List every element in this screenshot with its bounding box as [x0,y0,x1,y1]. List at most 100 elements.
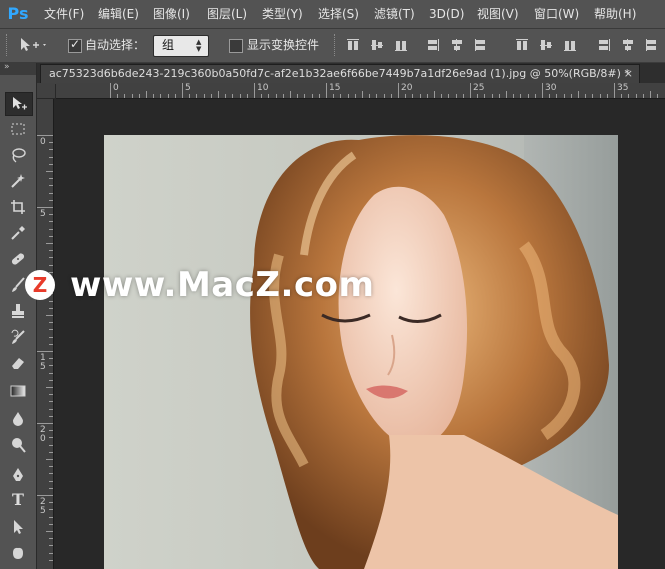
ruler-tick [37,207,53,208]
ruler-tick [412,94,414,98]
double-chevron-icon[interactable]: » [4,61,10,73]
blur-tool[interactable] [5,408,31,430]
menu-item[interactable]: 编辑(E) [98,6,139,22]
ruler-tick [275,94,277,98]
gradient-tool[interactable] [5,380,31,402]
toolbox-header[interactable]: » [0,61,36,75]
menu-item[interactable]: 文件(F) [44,6,84,22]
menu-item[interactable]: 视图(V) [477,6,519,22]
distribute-hcenter-icon[interactable] [621,38,635,52]
healing-brush-tool[interactable] [5,248,31,270]
ruler-tick [174,94,176,98]
ruler-label: 5 [40,209,46,219]
ruler-tick [592,94,594,98]
ruler-tick [333,94,335,98]
options-bar-grip[interactable] [6,34,10,56]
history-brush-tool[interactable] [5,326,31,348]
ruler-tick [383,94,385,98]
move-tool[interactable] [5,92,33,116]
align-left-icon[interactable] [426,38,440,52]
ruler-tick [628,94,630,98]
shape-tool[interactable] [5,542,31,564]
vertical-ruler[interactable]: 051 01 52 02 5 [37,99,54,569]
path-select-icon [14,520,23,534]
ruler-tick [138,94,140,98]
ruler-tick [246,94,248,98]
distribute-left-icon[interactable] [597,38,611,52]
menu-item[interactable]: 选择(S) [318,6,359,22]
ruler-tick [49,408,53,410]
menu-item[interactable]: 类型(Y) [262,6,303,22]
options-bar: ✓ 自动选择： 组 ▲ ▼ 显示变换控件 [0,29,665,63]
clone-stamp-tool[interactable] [5,300,31,322]
ruler-tick [635,94,637,98]
move-tool-preset-picker[interactable] [18,36,48,54]
magic-wand-icon [11,174,25,188]
auto-select-checkbox[interactable]: ✓ [68,37,82,53]
marquee-tool[interactable] [5,118,31,140]
menu-item[interactable]: 图层(L) [207,6,247,22]
history-brush-icon [11,329,25,344]
eyedropper-tool[interactable] [5,222,31,244]
move-tool-icon [21,38,46,51]
menu-item[interactable]: 窗口(W) [534,6,579,22]
ruler-tick [49,523,53,525]
ruler-tick [49,401,53,403]
distribute-top-icon[interactable] [515,38,529,52]
align-right-icon[interactable] [474,38,488,52]
ruler-tick [599,94,601,98]
show-transform-checkbox[interactable] [229,39,243,53]
ruler-tick [46,243,53,244]
ruler-tick [434,91,435,98]
lasso-tool[interactable] [5,144,31,166]
auto-select-target-select[interactable]: 组 ▲ ▼ [153,35,209,57]
align-hcenter-icon[interactable] [450,38,464,52]
eraser-tool[interactable] [5,352,31,374]
crop-tool[interactable] [5,196,31,218]
distribute-right-icon[interactable] [645,38,659,52]
menu-item[interactable]: 3D(D) [429,6,464,22]
distribute-bottom-icon[interactable] [563,38,577,52]
ruler-label: 0 [113,83,119,93]
ruler-tick [37,135,53,136]
eraser-icon [12,358,24,369]
ruler-label: 2 0 [40,425,46,444]
ruler-tick [49,307,53,309]
ruler-tick [146,91,147,98]
align-top-icon[interactable] [346,38,360,52]
magic-wand-tool[interactable] [5,170,31,192]
align-vcenter-icon[interactable] [370,38,384,52]
ruler-tick [49,473,53,475]
align-bottom-icon[interactable] [394,38,408,52]
ruler-tick [110,83,111,98]
ruler-tick [49,264,53,266]
ruler-label: 2 5 [40,497,46,516]
ruler-tick [585,94,587,98]
path-selection-tool[interactable] [5,516,31,538]
close-icon[interactable]: × [624,67,633,81]
pen-tool[interactable] [5,464,31,486]
ruler-tick [311,94,313,98]
options-divider [334,34,338,56]
type-tool[interactable]: T [5,490,31,512]
ruler-label: 30 [545,83,557,93]
menu-item[interactable]: 图像(I) [153,6,190,22]
horizontal-ruler[interactable]: 0 5 10 15 20 25 30 35 [56,83,665,99]
ruler-tick [506,91,507,98]
document-tab[interactable]: ac75323d6b6de243-219c360b0a50fd7c-af2e1b… [40,64,640,84]
document-canvas[interactable] [104,135,618,569]
menu-item[interactable]: 滤镜(T) [374,6,415,22]
ruler-tick [49,163,53,165]
ruler-tick [49,372,53,374]
menu-item[interactable]: 帮助(H) [594,6,636,22]
dodge-tool[interactable] [5,434,31,456]
ruler-tick [203,94,205,98]
ruler-tick [448,94,450,98]
ruler-tick [49,257,53,259]
ruler-tick [49,415,53,417]
ruler-origin[interactable] [37,83,55,98]
ruler-tick [49,437,53,439]
ruler-tick [513,94,515,98]
ruler-tick [318,94,320,98]
distribute-vcenter-icon[interactable] [539,38,553,52]
